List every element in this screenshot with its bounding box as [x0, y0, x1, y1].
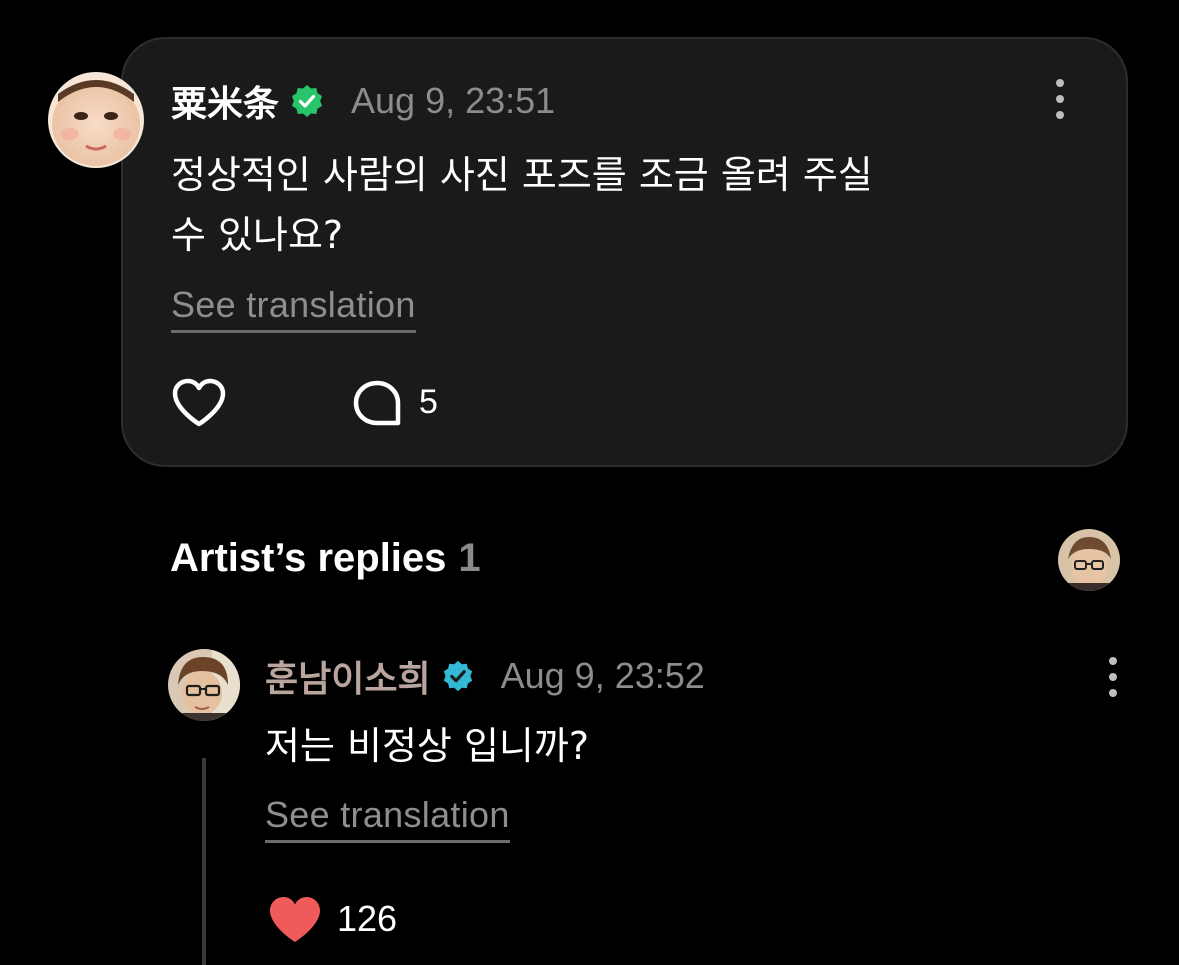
- see-translation-link[interactable]: See translation: [171, 284, 416, 333]
- verified-badge-icon: [292, 85, 323, 117]
- post-text-line-1: 정상적인 사람의 사진 포즈를 조금 올려 주실: [171, 153, 873, 197]
- artist-replies-count: 1: [458, 536, 481, 580]
- post-header: 粟米条 Aug 9, 23:51: [171, 79, 556, 125]
- post-detail-screen: 粟米条 Aug 9, 23:51 정상적인 사람의 사진 포즈를 조금 올려 주…: [0, 0, 1179, 965]
- reply-body: 저는 비정상 입니까?: [265, 724, 590, 768]
- post-body: 정상적인 사람의 사진 포즈를 조금 올려 주실 수 있나요?: [171, 145, 991, 265]
- see-translation-link[interactable]: See translation: [265, 794, 510, 843]
- post-card[interactable]: 粟米条 Aug 9, 23:51 정상적인 사람의 사진 포즈를 조금 올려 주…: [121, 37, 1128, 467]
- reply-author-name[interactable]: 훈남이소희: [265, 650, 431, 702]
- thread-line: [202, 758, 206, 965]
- reply-timestamp: Aug 9, 23:52: [500, 655, 705, 696]
- post-timestamp: Aug 9, 23:51: [351, 80, 556, 121]
- verified-badge-icon: [443, 660, 472, 692]
- heart-filled-icon[interactable]: [268, 895, 322, 945]
- reply-author-avatar[interactable]: [168, 649, 240, 721]
- artist-replies-heading: Artist’s replies 1: [170, 536, 481, 581]
- artist-mini-avatar[interactable]: [1058, 529, 1120, 591]
- reply-like-count: 126: [337, 898, 398, 939]
- heart-outline-icon[interactable]: [171, 377, 227, 429]
- post-author-avatar[interactable]: [48, 72, 144, 168]
- more-vertical-icon[interactable]: [1103, 657, 1123, 697]
- more-vertical-icon[interactable]: [1050, 79, 1070, 119]
- post-text-line-2: 수 있나요?: [171, 213, 344, 257]
- artist-replies-title: Artist’s replies: [170, 536, 447, 580]
- post-author-name[interactable]: 粟米条: [171, 75, 279, 127]
- comment-count: 5: [419, 383, 438, 421]
- reply-header: 훈남이소희 Aug 9, 23:52: [265, 654, 705, 700]
- speech-bubble-icon[interactable]: [351, 379, 403, 429]
